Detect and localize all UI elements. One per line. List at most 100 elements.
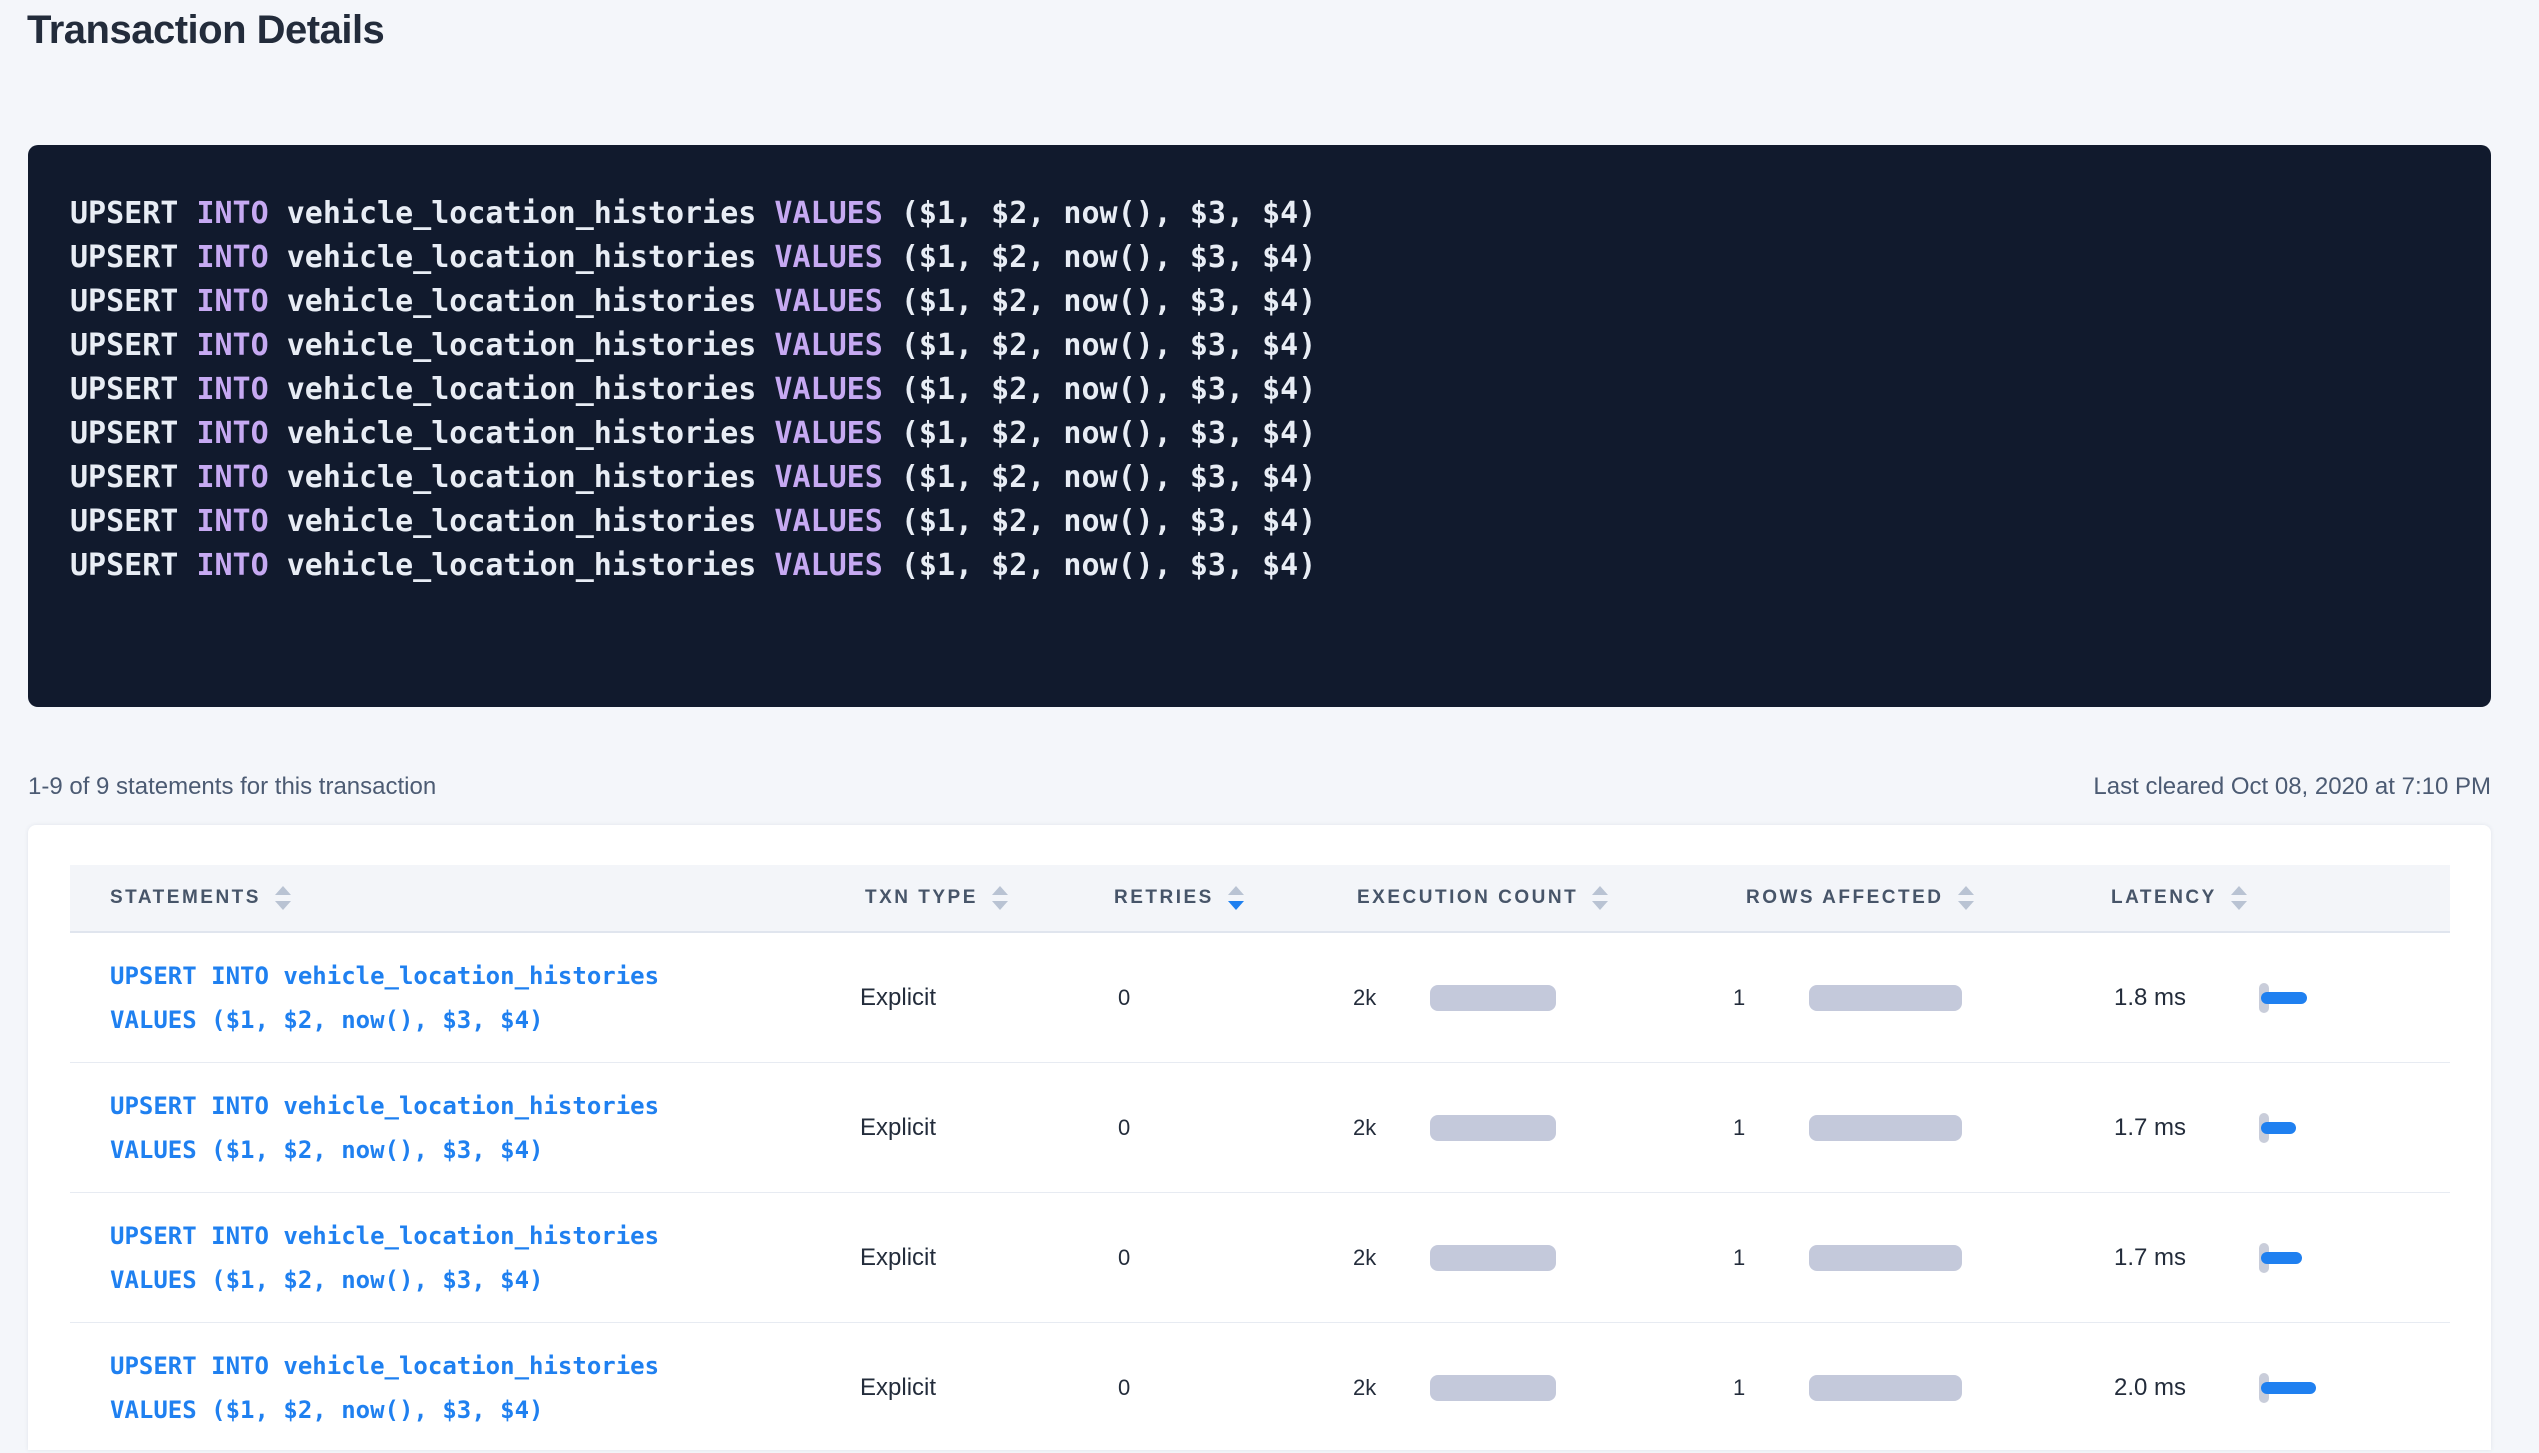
- sort-asc-icon[interactable]: [1228, 886, 1244, 895]
- statement-row: UPSERT INTO vehicle_location_historiesVA…: [28, 1323, 2491, 1453]
- latency-bar: [2261, 992, 2307, 1004]
- sort-desc-icon[interactable]: [275, 901, 291, 910]
- sort-asc-icon[interactable]: [1592, 886, 1608, 895]
- column-header-txn[interactable]: TXN TYPE: [865, 865, 1008, 931]
- statement-link[interactable]: UPSERT INTO vehicle_location_historiesVA…: [110, 954, 659, 1042]
- sql-keyword: VALUES: [774, 372, 900, 407]
- column-header-stmt[interactable]: STATEMENTS: [110, 865, 291, 931]
- sql-keyword: INTO: [196, 284, 286, 319]
- latency-bar-chart: [2259, 1243, 2306, 1273]
- latency-bar-chart: [2259, 983, 2311, 1013]
- sort-arrows-icon[interactable]: [992, 886, 1008, 910]
- statements-table-card: STATEMENTS TXN TYPE RETRIES EXECUTION COUNT…: [28, 825, 2491, 1450]
- statement-link-line: UPSERT INTO vehicle_location_histories: [110, 954, 659, 998]
- sql-text: UPSERT: [70, 504, 196, 539]
- column-header-retries[interactable]: RETRIES: [1114, 865, 1244, 931]
- latency-value: 2.0 ms: [2114, 1374, 2186, 1402]
- transaction-sql-box: UPSERT INTO vehicle_location_histories V…: [28, 145, 2491, 707]
- sort-desc-icon[interactable]: [1958, 901, 1974, 910]
- sql-statement-line: UPSERT INTO vehicle_location_histories V…: [70, 456, 2451, 500]
- sql-statement-line: UPSERT INTO vehicle_location_histories V…: [70, 544, 2451, 588]
- execution-count-bar: [1430, 1245, 1556, 1271]
- sql-text: vehicle_location_histories: [287, 460, 775, 495]
- execution-count-value: 2k: [1353, 1245, 1376, 1271]
- sort-desc-icon[interactable]: [2231, 901, 2247, 910]
- column-header-lat[interactable]: LATENCY: [2111, 865, 2247, 931]
- sql-statement-line: UPSERT INTO vehicle_location_histories V…: [70, 324, 2451, 368]
- retries-value: 0: [1118, 985, 1130, 1011]
- sql-keyword: VALUES: [774, 196, 900, 231]
- sql-keyword: VALUES: [774, 284, 900, 319]
- txn-type-value: Explicit: [860, 1114, 936, 1142]
- rows-affected-value: 1: [1733, 1245, 1745, 1271]
- sql-text: UPSERT: [70, 240, 196, 275]
- rows-affected-value: 1: [1733, 1375, 1745, 1401]
- sql-text: UPSERT: [70, 284, 196, 319]
- sql-text: vehicle_location_histories: [287, 328, 775, 363]
- column-header-rows[interactable]: ROWS AFFECTED: [1746, 865, 1974, 931]
- sort-arrows-icon[interactable]: [1958, 886, 1974, 910]
- latency-value: 1.8 ms: [2114, 984, 2186, 1012]
- sql-text: ($1, $2, now(), $3, $4): [901, 416, 1316, 451]
- sql-text: ($1, $2, now(), $3, $4): [901, 504, 1316, 539]
- sort-desc-icon[interactable]: [992, 901, 1008, 910]
- sql-keyword: INTO: [196, 196, 286, 231]
- latency-bar-chart: [2259, 1113, 2300, 1143]
- txn-type-value: Explicit: [860, 1374, 936, 1402]
- rows-affected-bar: [1809, 1245, 1962, 1271]
- sql-text: vehicle_location_histories: [287, 416, 775, 451]
- sql-keyword: VALUES: [774, 416, 900, 451]
- page-title: Transaction Details: [27, 8, 384, 53]
- sql-text: ($1, $2, now(), $3, $4): [901, 196, 1316, 231]
- statement-link[interactable]: UPSERT INTO vehicle_location_historiesVA…: [110, 1214, 659, 1302]
- statement-link-line: VALUES ($1, $2, now(), $3, $4): [110, 1388, 659, 1432]
- sort-arrows-icon[interactable]: [2231, 886, 2247, 910]
- sql-text: UPSERT: [70, 196, 196, 231]
- column-header-label: LATENCY: [2111, 887, 2217, 909]
- sql-text: vehicle_location_histories: [287, 284, 775, 319]
- sort-arrows-icon[interactable]: [1228, 886, 1244, 910]
- statement-link-line: UPSERT INTO vehicle_location_histories: [110, 1344, 659, 1388]
- sql-text: UPSERT: [70, 548, 196, 583]
- rows-affected-bar: [1809, 1115, 1962, 1141]
- statement-link[interactable]: UPSERT INTO vehicle_location_historiesVA…: [110, 1084, 659, 1172]
- execution-count-value: 2k: [1353, 1115, 1376, 1141]
- statement-link-line: VALUES ($1, $2, now(), $3, $4): [110, 998, 659, 1042]
- sort-desc-icon[interactable]: [1228, 901, 1244, 910]
- latency-value: 1.7 ms: [2114, 1114, 2186, 1142]
- sql-statement-line: UPSERT INTO vehicle_location_histories V…: [70, 368, 2451, 412]
- sort-desc-icon[interactable]: [1592, 901, 1608, 910]
- sql-keyword: VALUES: [774, 504, 900, 539]
- execution-count-bar: [1430, 1375, 1556, 1401]
- sql-text: vehicle_location_histories: [287, 372, 775, 407]
- sort-asc-icon[interactable]: [992, 886, 1008, 895]
- statement-row: UPSERT INTO vehicle_location_historiesVA…: [28, 1063, 2491, 1193]
- sort-arrows-icon[interactable]: [1592, 886, 1608, 910]
- statements-table-header: STATEMENTS TXN TYPE RETRIES EXECUTION COUNT…: [70, 865, 2450, 933]
- sort-asc-icon[interactable]: [1958, 886, 1974, 895]
- sql-keyword: INTO: [196, 416, 286, 451]
- rows-affected-value: 1: [1733, 985, 1745, 1011]
- statement-row: UPSERT INTO vehicle_location_historiesVA…: [28, 1193, 2491, 1323]
- sql-statement-line: UPSERT INTO vehicle_location_histories V…: [70, 280, 2451, 324]
- sql-keyword: VALUES: [774, 240, 900, 275]
- sql-statement-line: UPSERT INTO vehicle_location_histories V…: [70, 236, 2451, 280]
- statement-link[interactable]: UPSERT INTO vehicle_location_historiesVA…: [110, 1344, 659, 1432]
- sql-keyword: INTO: [196, 548, 286, 583]
- sql-text: ($1, $2, now(), $3, $4): [901, 548, 1316, 583]
- sort-arrows-icon[interactable]: [275, 886, 291, 910]
- sql-statement-line: UPSERT INTO vehicle_location_histories V…: [70, 500, 2451, 544]
- last-cleared-text: Last cleared Oct 08, 2020 at 7:10 PM: [2093, 773, 2491, 801]
- statement-link-line: UPSERT INTO vehicle_location_histories: [110, 1214, 659, 1258]
- sort-asc-icon[interactable]: [2231, 886, 2247, 895]
- sql-keyword: INTO: [196, 504, 286, 539]
- sql-text: ($1, $2, now(), $3, $4): [901, 240, 1316, 275]
- statement-link-line: UPSERT INTO vehicle_location_histories: [110, 1084, 659, 1128]
- sql-text: vehicle_location_histories: [287, 504, 775, 539]
- column-header-exec[interactable]: EXECUTION COUNT: [1357, 865, 1608, 931]
- sort-asc-icon[interactable]: [275, 886, 291, 895]
- sql-keyword: INTO: [196, 328, 286, 363]
- statement-link-line: VALUES ($1, $2, now(), $3, $4): [110, 1258, 659, 1302]
- column-header-label: TXN TYPE: [865, 887, 978, 909]
- statements-table-body: UPSERT INTO vehicle_location_historiesVA…: [28, 933, 2491, 1453]
